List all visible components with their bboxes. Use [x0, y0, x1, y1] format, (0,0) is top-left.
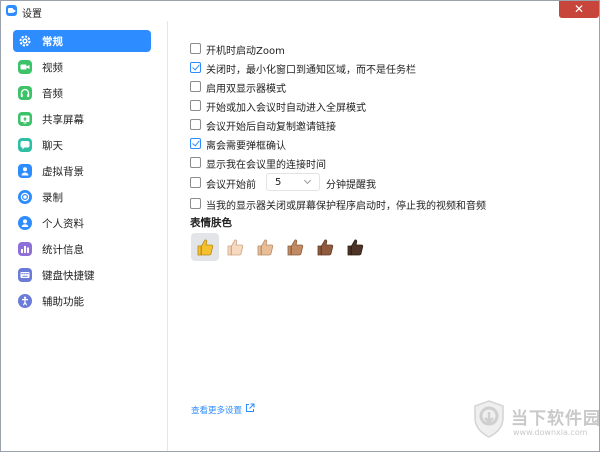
record-icon [18, 190, 32, 204]
watermark-logo [474, 400, 504, 438]
general-settings-panel: 开机时启动Zoom 关闭时，最小化窗口到通知区域，而不是任务栏 启用双显示器模式… [169, 21, 599, 451]
checkbox[interactable] [190, 157, 201, 168]
checkbox[interactable] [190, 177, 201, 188]
skin-tone-medium-light[interactable] [251, 233, 279, 261]
sidebar-item-keyboard-shortcuts[interactable]: 键盘快捷键 [13, 264, 151, 286]
skin-tone-default[interactable] [191, 233, 219, 261]
skin-tone-medium[interactable] [281, 233, 309, 261]
watermark-url: www.downxia.com [513, 428, 588, 437]
sidebar-item-label: 虚拟背景 [42, 166, 84, 178]
sidebar-item-audio[interactable]: 音频 [13, 82, 151, 104]
chat-icon [18, 138, 32, 152]
view-more-settings-link[interactable]: 查看更多设置 [191, 404, 242, 416]
window-title: 设置 [22, 9, 42, 20]
headphones-icon [18, 86, 32, 100]
option-label: 显示我在会议里的连接时间 [206, 160, 326, 171]
skin-tone-light[interactable] [221, 233, 249, 261]
profile-icon [18, 216, 32, 230]
sidebar-item-label: 录制 [42, 192, 63, 204]
skin-tone-dark[interactable] [341, 233, 369, 261]
option-label: 关闭时，最小化窗口到通知区域，而不是任务栏 [206, 65, 416, 76]
external-link-icon[interactable] [245, 403, 255, 413]
option-label: 启用双显示器模式 [206, 84, 286, 95]
sidebar-item-general[interactable]: 常规 [13, 30, 151, 52]
checkbox[interactable] [190, 81, 201, 92]
sidebar-item-record[interactable]: 录制 [13, 186, 151, 208]
sidebar-item-label: 音频 [42, 88, 63, 100]
sidebar-item-profile[interactable]: 个人资料 [13, 212, 151, 234]
skin-tone-medium-dark[interactable] [311, 233, 339, 261]
thumbs-up-icon [287, 239, 304, 256]
accessibility-icon [18, 294, 32, 308]
keyboard-icon [18, 268, 32, 282]
checkbox[interactable] [190, 198, 201, 209]
thumbs-up-icon [257, 239, 274, 256]
settings-sidebar: 常规 视频 音频 共享屏幕 聊天 虚拟背景 录制 个人资料 统计信息 键盘快捷键… [1, 21, 168, 451]
virtual-background-icon [18, 164, 32, 178]
checkbox[interactable] [190, 119, 201, 130]
option-label: 离会需要弹框确认 [206, 141, 286, 152]
option-label: 开机时启动Zoom [206, 46, 285, 57]
sidebar-item-label: 键盘快捷键 [42, 270, 95, 282]
sidebar-item-virtual-background[interactable]: 虚拟背景 [13, 160, 151, 182]
option-label: 会议开始后自动复制邀请链接 [206, 122, 336, 133]
thumbs-up-icon [197, 239, 214, 256]
chevron-down-icon [303, 176, 312, 185]
thumbs-up-icon [347, 239, 364, 256]
reminder-minutes-value: 5 [275, 177, 282, 188]
sidebar-item-share-screen[interactable]: 共享屏幕 [13, 108, 151, 130]
thumbs-up-icon [317, 239, 334, 256]
sidebar-item-video[interactable]: 视频 [13, 56, 151, 78]
sidebar-item-label: 常规 [42, 36, 63, 48]
checkbox[interactable] [190, 43, 201, 54]
gear-icon [18, 34, 32, 48]
reminder-minutes-select[interactable]: 5 [266, 173, 320, 191]
sidebar-item-label: 共享屏幕 [42, 114, 84, 126]
option-label: 开始或加入会议时自动进入全屏模式 [206, 103, 366, 114]
skin-tone-title: 表情肤色 [190, 217, 232, 229]
thumbs-up-icon [227, 239, 244, 256]
checkbox-checked[interactable] [190, 62, 201, 73]
sidebar-item-label: 辅助功能 [42, 296, 84, 308]
statistics-icon [18, 242, 32, 256]
watermark: 当下软件园 www.downxia.com [467, 398, 600, 446]
sidebar-item-chat[interactable]: 聊天 [13, 134, 151, 156]
share-screen-icon [18, 112, 32, 126]
reminder-suffix-label: 分钟提醒我 [326, 180, 376, 191]
sidebar-item-label: 视频 [42, 62, 63, 74]
sidebar-item-label: 聊天 [42, 140, 63, 152]
option-label: 当我的显示器关闭或屏幕保护程序启动时，停止我的视频和音频 [206, 201, 486, 212]
video-icon [18, 60, 32, 74]
option-label: 会议开始前 [206, 180, 256, 191]
checkbox[interactable] [190, 100, 201, 111]
settings-window: 设置 ✕ 常规 视频 音频 共享屏幕 聊天 虚拟背景 录制 个人资料 统计信息 … [0, 0, 600, 452]
sidebar-item-label: 个人资料 [42, 218, 84, 230]
watermark-name: 当下软件园 [511, 409, 600, 429]
title-bar: 设置 ✕ [1, 1, 599, 21]
sidebar-item-label: 统计信息 [42, 244, 84, 256]
zoom-app-icon [6, 5, 17, 16]
checkbox-checked[interactable] [190, 138, 201, 149]
sidebar-item-accessibility[interactable]: 辅助功能 [13, 290, 151, 312]
sidebar-item-statistics[interactable]: 统计信息 [13, 238, 151, 260]
close-button[interactable]: ✕ [559, 1, 599, 18]
